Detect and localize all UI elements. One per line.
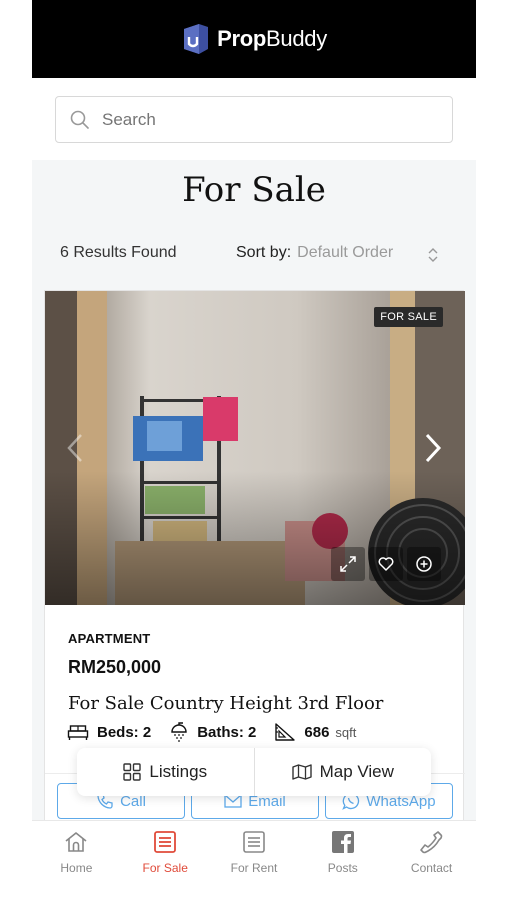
property-type: APARTMENT xyxy=(68,631,151,646)
logo-text-bold: Prop xyxy=(217,26,267,51)
map-view-label: Map View xyxy=(319,762,394,781)
map-view-button[interactable]: Map View xyxy=(253,748,432,796)
page-title: For Sale xyxy=(182,170,326,210)
list-icon xyxy=(243,831,265,853)
nav-item-contact[interactable]: Contact xyxy=(387,821,476,900)
logo-text-regular: Buddy xyxy=(266,26,327,51)
nav-label-contact: Contact xyxy=(410,861,453,875)
envelope-icon xyxy=(224,794,242,808)
baths-value: 2 xyxy=(248,723,257,741)
expand-icon xyxy=(340,556,356,572)
expand-button[interactable] xyxy=(331,547,365,581)
baths-spec: Baths: 2 xyxy=(169,722,256,742)
app-header: PropBuddy xyxy=(32,0,476,78)
for-sale-badge: FOR SALE xyxy=(374,307,443,327)
heart-icon xyxy=(378,557,394,571)
listing-price: RM250,000 xyxy=(68,657,162,677)
sort-value: Default Order xyxy=(297,244,394,261)
beds-spec: Beds: 2 xyxy=(67,723,151,741)
results-count: 6 Results Found xyxy=(60,244,177,261)
favorite-button[interactable] xyxy=(369,547,403,581)
listings-label: Listings xyxy=(149,762,208,781)
view-toggle: Listings Map View xyxy=(77,748,431,796)
nav-item-posts[interactable]: Posts xyxy=(298,821,387,900)
propbuddy-logo[interactable]: PropBuddy xyxy=(181,23,327,55)
area-spec: 686 sqft xyxy=(274,722,356,742)
chevron-up-down-icon xyxy=(428,248,438,262)
set-square-icon xyxy=(275,723,296,741)
search-input[interactable] xyxy=(102,109,402,130)
list-icon xyxy=(154,831,177,853)
nav-item-for-sale[interactable]: For Sale xyxy=(121,821,210,900)
facebook-icon xyxy=(331,831,354,853)
listing-content: For Sale 6 Results Found Sort by: Defaul… xyxy=(32,160,476,830)
chevron-right-icon[interactable] xyxy=(421,431,445,465)
area-unit: sqft xyxy=(335,724,357,740)
nav-label-posts: Posts xyxy=(327,861,358,875)
sort-label: Sort by: xyxy=(236,244,292,261)
app-screen: PropBuddy For Sale 6 Results Found Sort … xyxy=(32,0,476,900)
nav-label-home: Home xyxy=(60,861,93,875)
sort-dropdown[interactable]: Sort by: Default Order xyxy=(236,244,438,262)
search-icon xyxy=(70,110,89,129)
nav-item-for-rent[interactable]: For Rent xyxy=(210,821,299,900)
nav-label-for-sale: For Sale xyxy=(142,861,188,875)
map-icon xyxy=(291,764,312,780)
nav-label-for-rent: For Rent xyxy=(230,861,278,875)
beds-value: 2 xyxy=(142,723,152,741)
listing-specs: Beds: 2 Baths: 2 686 sqft xyxy=(67,722,374,742)
photo-actions xyxy=(331,547,441,581)
listing-title[interactable]: For Sale Country Height 3rd Floor xyxy=(68,693,383,714)
bed-icon xyxy=(67,725,89,740)
nav-item-home[interactable]: Home xyxy=(32,821,121,900)
grid-icon xyxy=(123,763,142,781)
listings-view-button[interactable]: Listings xyxy=(77,748,254,796)
baths-label: Baths: xyxy=(197,723,244,741)
phone-icon xyxy=(419,831,442,854)
area-value: 686 xyxy=(304,723,330,741)
beds-label: Beds: xyxy=(97,723,139,741)
shower-icon xyxy=(171,722,187,742)
logo-text: PropBuddy xyxy=(217,26,327,52)
logo-icon xyxy=(184,24,209,54)
chevron-left-icon[interactable] xyxy=(63,431,87,465)
bottom-navigation: Home For Sale For Rent Posts Contact xyxy=(32,820,476,900)
compare-button[interactable] xyxy=(407,547,441,581)
plus-circle-icon xyxy=(416,556,432,572)
search-bar[interactable] xyxy=(55,96,453,143)
listing-photo[interactable]: FOR SALE xyxy=(45,291,465,605)
home-icon xyxy=(65,832,87,852)
